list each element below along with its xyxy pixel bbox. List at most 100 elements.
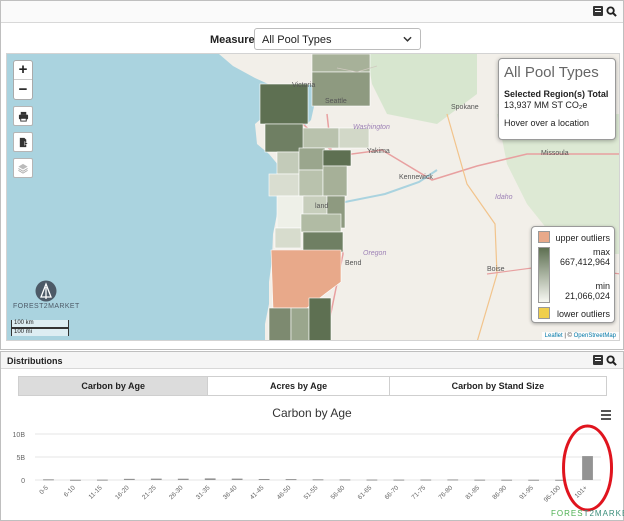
- distributions-header: Distributions: [1, 352, 623, 369]
- info-selected-label: Selected Region(s) Total: [504, 89, 609, 99]
- tab-acres-by-age[interactable]: Acres by Age: [208, 377, 390, 395]
- map-toolbar: [1, 1, 623, 23]
- layers-icon: [18, 163, 28, 174]
- legend-color-ramp: [538, 247, 550, 303]
- x-tick-label: 41-45: [249, 484, 266, 501]
- print-button[interactable]: [13, 106, 33, 126]
- brand-text: FOREST2MARKET: [13, 303, 80, 310]
- legend-max-label: max: [592, 247, 610, 257]
- x-tick-label: 66-70: [384, 484, 401, 501]
- x-tick-label: 76-80: [437, 484, 454, 501]
- magnify-icon[interactable]: [606, 6, 617, 17]
- tree-logo-icon: [35, 280, 57, 302]
- x-tick-label: 6-10: [63, 484, 77, 498]
- scale-mi: 100 mi: [11, 328, 69, 336]
- y-tick-label: 5B: [16, 455, 25, 462]
- legend-upper-label: upper outliers: [555, 233, 610, 243]
- tab-carbon-by-age[interactable]: Carbon by Age: [19, 377, 209, 395]
- bar: [150, 478, 162, 480]
- tab-carbon-by-stand-size[interactable]: Carbon by Stand Size: [390, 377, 606, 395]
- map-label-portland: land: [315, 203, 329, 210]
- magnify-icon[interactable]: [606, 355, 617, 366]
- map-label-victoria: Victoria: [292, 82, 316, 89]
- legend-max-value: 667,412,964: [559, 257, 610, 267]
- bar: [582, 456, 593, 480]
- bar: [420, 479, 432, 481]
- x-tick-label: 91-95: [518, 484, 535, 501]
- export-file-icon: [19, 137, 29, 148]
- legend-min-label: min: [595, 281, 610, 291]
- x-tick-label: 21-25: [141, 484, 158, 501]
- zoom-control: + −: [13, 60, 33, 100]
- bar: [70, 479, 81, 481]
- x-tick-label: 16-20: [114, 484, 131, 501]
- map-label-spokane: Spokane: [451, 104, 479, 111]
- bar: [96, 479, 108, 481]
- map-label-seattle: Seattle: [325, 98, 347, 105]
- legend-min-value: 21,066,024: [564, 291, 610, 301]
- leaflet-link[interactable]: Leaflet: [545, 333, 563, 339]
- footer-brand: FOREST2MARKET: [551, 509, 624, 518]
- bar: [43, 479, 54, 481]
- map-label-missoula: Missoula: [541, 150, 569, 157]
- zoom-out-button[interactable]: −: [14, 81, 32, 100]
- bar: [366, 479, 378, 481]
- bar: [474, 479, 486, 481]
- x-tick-label: 11-15: [87, 484, 104, 501]
- printer-icon: [18, 111, 28, 122]
- bar: [528, 479, 540, 481]
- measure-row: Measure All Pool Types: [1, 27, 623, 51]
- legend-lower-swatch: [538, 307, 550, 319]
- bar: [204, 478, 216, 480]
- bar: [285, 479, 297, 481]
- info-box: All Pool Types Selected Region(s) Total …: [498, 58, 616, 140]
- y-tick-label: 0: [21, 478, 25, 485]
- choropleth-map[interactable]: Victoria Seattle Washington Spokane Yaki…: [6, 53, 620, 341]
- x-tick-label: 81-85: [464, 484, 481, 501]
- layers-button[interactable]: [13, 158, 33, 178]
- x-tick-label: 36-40: [222, 484, 239, 501]
- x-tick-label: 101+: [574, 484, 589, 499]
- zoom-in-button[interactable]: +: [14, 61, 32, 80]
- legend-lower-label: lower outliers: [556, 309, 610, 319]
- map-label-boise: Boise: [487, 266, 505, 273]
- scale-bar: 100 km 100 mi: [11, 320, 69, 338]
- measure-selected-value: All Pool Types: [262, 34, 332, 46]
- bar: [447, 479, 459, 481]
- x-tick-label: 26-30: [168, 484, 185, 501]
- table-view-icon[interactable]: [593, 6, 603, 16]
- x-tick-label: 56-60: [330, 484, 347, 501]
- distributions-panel: Distributions Carbon by Age Acres by Age…: [0, 351, 624, 521]
- carbon-by-age-chart: 10B 5B 0 0-5 6-10 11-15 16-20 21-25 26-30 31-35 36…: [13, 424, 614, 512]
- x-tick-label: 61-65: [357, 484, 374, 501]
- distributions-title: Distributions: [7, 356, 63, 366]
- info-selected-value: 13,937 MM ST CO₂e: [504, 100, 588, 110]
- chart-menu-icon[interactable]: [601, 410, 611, 420]
- x-tick-label: 31-35: [195, 484, 212, 501]
- map-label-bend: Bend: [345, 260, 362, 267]
- x-tick-label: 0-5: [38, 484, 50, 496]
- bar: [393, 479, 405, 481]
- scale-km: 100 km: [11, 320, 69, 328]
- x-tick-label: 51-55: [303, 484, 320, 501]
- info-title: All Pool Types: [504, 64, 599, 81]
- bar: [339, 479, 351, 481]
- y-tick-label: 10B: [13, 432, 26, 439]
- bar: [501, 479, 513, 481]
- x-tick-label: 86-90: [491, 484, 508, 501]
- x-tick-label: 96-100: [543, 484, 563, 504]
- measure-label: Measure: [210, 34, 255, 46]
- bar: [177, 478, 189, 480]
- measure-select[interactable]: All Pool Types: [254, 28, 421, 50]
- map-label-washington: Washington: [353, 124, 390, 131]
- bar: [123, 478, 135, 480]
- map-attribution: Leaflet | © OpenStreetMap: [541, 332, 619, 340]
- map-panel: Measure All Pool Types Victoria Seattle …: [0, 0, 624, 350]
- x-tick-label: 46-50: [276, 484, 293, 501]
- legend-upper-swatch: [538, 231, 550, 243]
- export-button[interactable]: [13, 132, 33, 152]
- osm-link[interactable]: OpenStreetMap: [574, 333, 616, 339]
- chart-title: Carbon by Age: [272, 406, 352, 420]
- map-label-idaho: Idaho: [495, 194, 513, 201]
- table-view-icon[interactable]: [593, 355, 603, 365]
